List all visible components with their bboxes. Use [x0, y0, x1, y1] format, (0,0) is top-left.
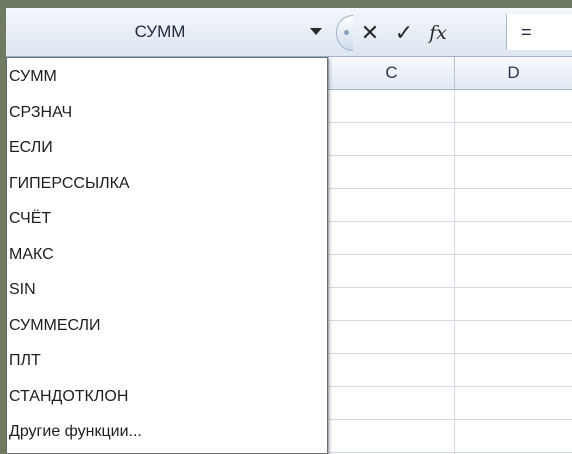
- function-list-item[interactable]: SIN: [7, 273, 325, 307]
- function-dropdown: СУММ СРЗНАЧ ЕСЛИ ГИПЕРССЫЛКА СЧЁТ МАКС SIN СУММ…: [6, 57, 328, 454]
- chevron-down-icon[interactable]: [310, 28, 322, 35]
- name-box-value: СУММ: [134, 22, 186, 41]
- grid-column-line: [328, 90, 329, 454]
- formula-bar: СУММ ✕ ✓ fx =: [6, 8, 572, 57]
- function-list-item[interactable]: СУММЕСЛИ: [7, 309, 325, 343]
- function-list-item[interactable]: Другие функции...: [7, 415, 325, 449]
- grid-column-line: [454, 90, 455, 454]
- column-header-d[interactable]: D: [454, 57, 572, 89]
- function-list-item[interactable]: ГИПЕРССЫЛКА: [7, 167, 325, 201]
- excel-window: СУММ ✕ ✓ fx = C D СУММ СРЗНАЧ ЕСЛИ ГИПЕРССЫ…: [6, 8, 572, 454]
- column-header-c[interactable]: C: [328, 57, 454, 89]
- formula-input[interactable]: =: [506, 14, 572, 50]
- name-box[interactable]: СУММ: [6, 8, 328, 56]
- fx-icon[interactable]: fx: [421, 16, 455, 50]
- function-list-item[interactable]: СЧЁТ: [7, 202, 325, 236]
- function-list-item[interactable]: ПЛТ: [7, 344, 325, 378]
- function-list-item[interactable]: ЕСЛИ: [7, 131, 325, 165]
- function-list-item[interactable]: СУММ: [7, 60, 325, 94]
- function-list-item[interactable]: МАКС: [7, 238, 325, 272]
- close-icon[interactable]: ✕: [353, 16, 387, 50]
- splitter-handle[interactable]: [336, 15, 353, 51]
- function-list-item[interactable]: СРЗНАЧ: [7, 96, 325, 130]
- function-list-item[interactable]: СТАНДОТКЛОН: [7, 380, 325, 414]
- checkmark-icon[interactable]: ✓: [387, 16, 421, 50]
- formula-bar-buttons: ✕ ✓ fx: [336, 15, 506, 51]
